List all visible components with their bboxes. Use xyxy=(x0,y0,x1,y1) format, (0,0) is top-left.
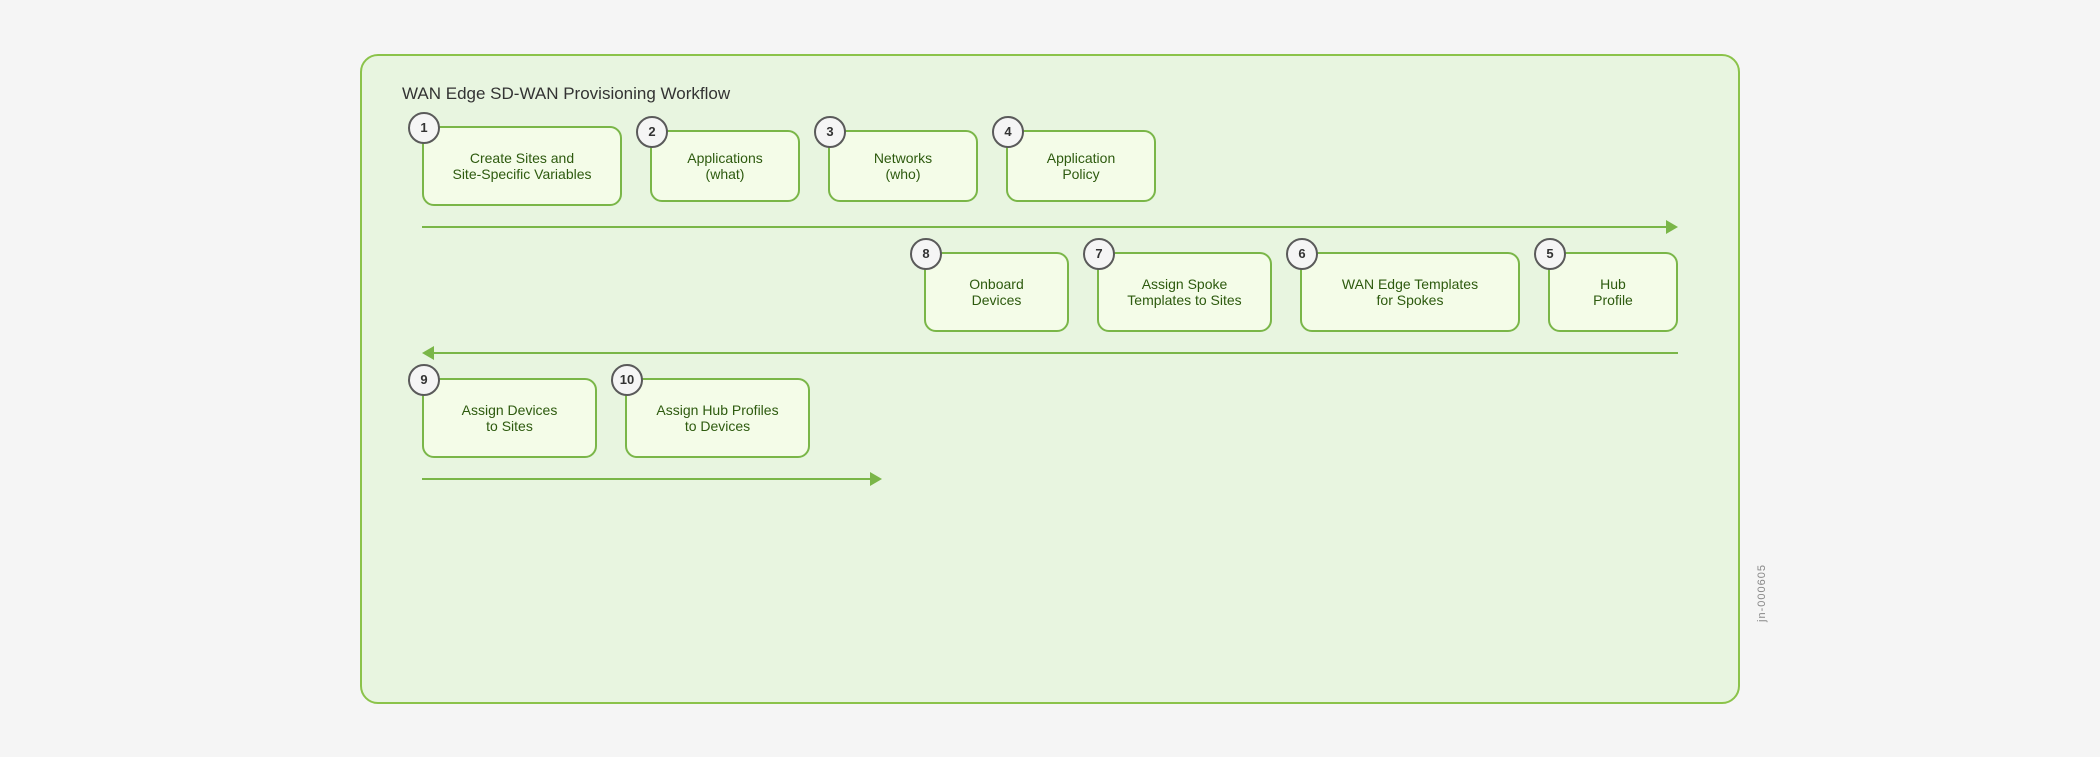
step-8-number: 8 xyxy=(910,238,942,270)
arrow-head-1 xyxy=(1666,220,1678,234)
arrow-head-3 xyxy=(870,472,882,486)
diagram-container: WAN Edge SD-WAN Provisioning Workflow 1 … xyxy=(360,54,1740,704)
step-3-number: 3 xyxy=(814,116,846,148)
step-4-label: ApplicationPolicy xyxy=(1047,150,1116,182)
step-7-label: Assign SpokeTemplates to Sites xyxy=(1127,276,1241,308)
arrow-row-3 xyxy=(422,464,882,494)
arrow-line-3 xyxy=(422,478,870,480)
step-9-number: 9 xyxy=(408,364,440,396)
step-6-number: 6 xyxy=(1286,238,1318,270)
step-3-label: Networks(who) xyxy=(874,150,932,182)
step-1-label: Create Sites andSite-Specific Variables xyxy=(452,150,591,182)
step-9-label: Assign Devicesto Sites xyxy=(462,402,558,434)
step-4-number: 4 xyxy=(992,116,1024,148)
row-3: 9 Assign Devicesto Sites 10 Assign Hub P… xyxy=(422,378,1698,458)
row-1: 1 Create Sites andSite-Specific Variable… xyxy=(422,126,1698,206)
step-6-label: WAN Edge Templatesfor Spokes xyxy=(1342,276,1478,308)
step-7-box: 7 Assign SpokeTemplates to Sites xyxy=(1097,252,1272,332)
arrow-line-1 xyxy=(422,226,1666,228)
row-2: 5 HubProfile 6 WAN Edge Templatesfor Spo… xyxy=(402,252,1678,332)
step-8-box: 8 OnboardDevices xyxy=(924,252,1069,332)
step-4-box: 4 ApplicationPolicy xyxy=(1006,130,1156,202)
step-1-number: 1 xyxy=(408,112,440,144)
step-3-box: 3 Networks(who) xyxy=(828,130,978,202)
step-2-box: 2 Applications(what) xyxy=(650,130,800,202)
step-10-box: 10 Assign Hub Profilesto Devices xyxy=(625,378,810,458)
arrow-right-3 xyxy=(422,472,882,486)
step-6-box: 6 WAN Edge Templatesfor Spokes xyxy=(1300,252,1520,332)
step-7-number: 7 xyxy=(1083,238,1115,270)
step-10-number: 10 xyxy=(611,364,643,396)
arrow-line-2 xyxy=(434,352,1678,354)
step-10-label: Assign Hub Profilesto Devices xyxy=(656,402,778,434)
step-8-label: OnboardDevices xyxy=(969,276,1023,308)
diagram-title: WAN Edge SD-WAN Provisioning Workflow xyxy=(402,84,1698,104)
arrow-head-2 xyxy=(422,346,434,360)
step-2-label: Applications(what) xyxy=(687,150,763,182)
watermark: jn-000605 xyxy=(1756,564,1768,622)
arrow-left-2 xyxy=(422,346,1678,360)
step-5-box: 5 HubProfile xyxy=(1548,252,1678,332)
arrow-row-1 xyxy=(422,212,1678,242)
arrow-row-2 xyxy=(422,338,1678,368)
arrow-right-1 xyxy=(422,220,1678,234)
step-5-label: HubProfile xyxy=(1593,276,1633,308)
step-2-number: 2 xyxy=(636,116,668,148)
step-5-number: 5 xyxy=(1534,238,1566,270)
step-9-box: 9 Assign Devicesto Sites xyxy=(422,378,597,458)
step-1-box: 1 Create Sites andSite-Specific Variable… xyxy=(422,126,622,206)
